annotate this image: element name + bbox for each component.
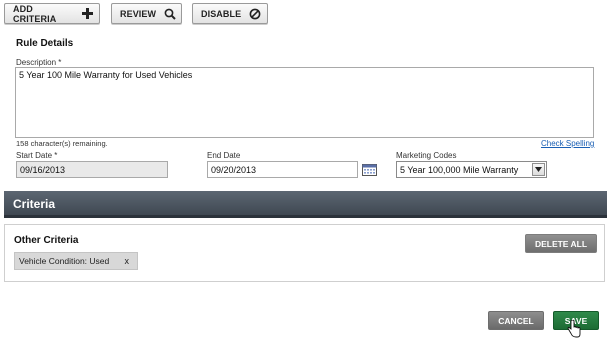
calendar-icon[interactable] — [362, 163, 377, 181]
marketing-codes-value: 5 Year 100,000 Mile Warranty — [400, 165, 519, 175]
characters-remaining: 158 character(s) remaining. — [16, 139, 108, 148]
marketing-codes-label: Marketing Codes — [396, 151, 457, 160]
criteria-panel: Other Criteria Vehicle Condition: Used x… — [4, 224, 605, 282]
description-label: Description * — [16, 58, 62, 67]
chevron-down-icon[interactable] — [532, 163, 545, 176]
cancel-button[interactable]: CANCEL — [488, 311, 544, 330]
search-icon — [164, 8, 176, 20]
other-criteria-title: Other Criteria — [14, 235, 79, 246]
plus-icon — [82, 8, 93, 19]
hand-pointer-icon — [567, 319, 581, 343]
end-date-label: End Date — [207, 151, 241, 160]
review-button[interactable]: REVIEW — [111, 3, 182, 24]
check-spelling-link[interactable]: Check Spelling — [541, 139, 594, 148]
ban-icon — [249, 8, 261, 20]
add-criteria-label: ADD CRITERIA — [13, 3, 57, 24]
end-date-field[interactable]: 09/20/2013 — [207, 161, 358, 178]
criteria-header: Criteria — [4, 191, 607, 218]
criteria-chip: Vehicle Condition: Used x — [14, 252, 138, 270]
delete-all-button[interactable]: DELETE ALL — [525, 234, 597, 253]
disable-button[interactable]: DISABLE — [192, 3, 268, 24]
start-date-label: Start Date * — [16, 151, 58, 160]
start-date-field[interactable]: 09/16/2013 — [16, 161, 168, 178]
marketing-codes-select[interactable]: 5 Year 100,000 Mile Warranty — [396, 161, 547, 178]
disable-label: DISABLE — [201, 8, 242, 19]
rule-details-title: Rule Details — [16, 38, 74, 49]
criteria-chip-label: Vehicle Condition: Used — [19, 256, 110, 266]
close-icon[interactable]: x — [125, 256, 130, 266]
description-textarea[interactable]: 5 Year 100 Mile Warranty for Used Vehicl… — [15, 67, 594, 138]
review-label: REVIEW — [120, 8, 157, 19]
add-criteria-button[interactable]: ADD CRITERIA — [4, 3, 100, 24]
